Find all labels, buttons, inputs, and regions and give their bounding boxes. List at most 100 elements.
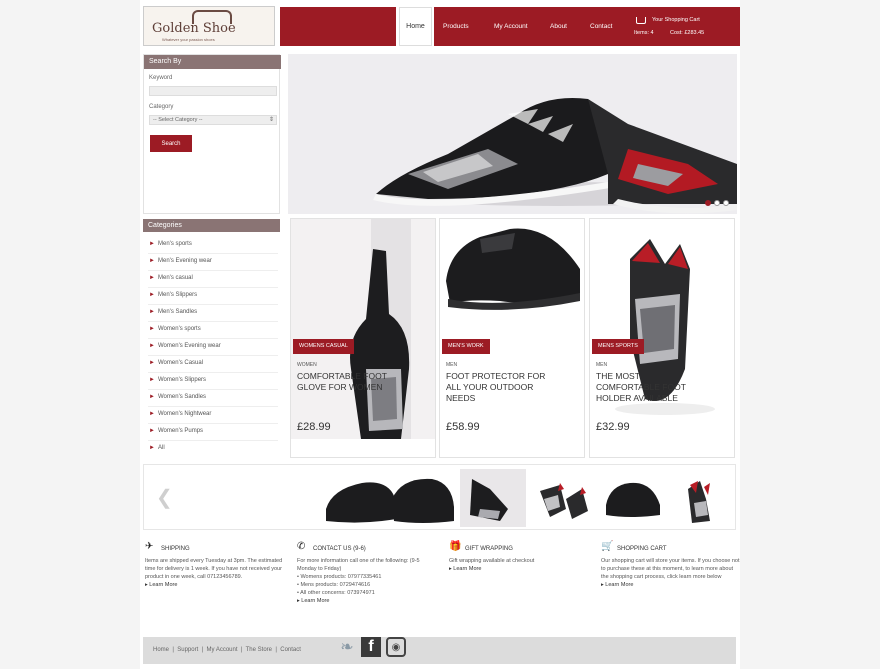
arrow-icon: ►	[149, 428, 155, 434]
categories-title: Categories	[143, 219, 280, 232]
thumbnail[interactable]	[460, 469, 526, 527]
product-price: £58.99	[446, 421, 480, 433]
category-item[interactable]: ► Women's Slippers	[148, 373, 278, 390]
contact-line: • All other concerns: 073974971	[297, 590, 375, 596]
instagram-icon[interactable]: ◉	[386, 637, 406, 657]
nav-my-account[interactable]: My Account	[494, 23, 528, 30]
twitter-icon[interactable]: ❧	[337, 637, 357, 657]
footer-link-support[interactable]: Support	[177, 647, 198, 653]
category-item[interactable]: ► Women's sports	[148, 322, 278, 339]
keyword-label: Keyword	[149, 75, 173, 81]
category-item[interactable]: ► Women's Casual	[148, 356, 278, 373]
contact-line: • Mens products: 0729474616	[297, 582, 371, 588]
hero-shoes-image	[288, 54, 737, 214]
gift-title: GIFT WRAPPING	[465, 546, 513, 552]
category-item-label: Men's Slippers	[158, 292, 198, 298]
product-card[interactable]: WOMENS CASUAL WOMEN COMFORTABLE FOOT GLO…	[290, 218, 436, 458]
contact-line: • Womens products: 07977335461	[297, 574, 382, 580]
hero-dot-3[interactable]	[723, 200, 729, 206]
hero-dot-2[interactable]	[714, 200, 720, 206]
cart-label[interactable]: Your Shopping Cart	[652, 17, 700, 23]
nav-about[interactable]: About	[550, 23, 567, 30]
category-item-label: Women's sports	[158, 326, 201, 332]
product-price: £28.99	[297, 421, 331, 433]
thumbnail-image	[670, 469, 732, 527]
footer-links: Home | Support | My Account | The Store …	[153, 647, 301, 653]
logo-tagline: Whatever your passion shoes	[162, 37, 215, 42]
product-card[interactable]: MENS SPORTS MEN THE MOST COMFORTABLE FOO…	[589, 218, 735, 458]
contact-learn-more[interactable]: ▸ Learn More	[297, 597, 437, 605]
shipping-learn-more[interactable]: ▸ Learn More	[145, 581, 285, 589]
contact-line-text: All other concerns: 073974971	[300, 590, 375, 596]
gift-learn-more-label: Learn More	[453, 566, 482, 572]
nav-home[interactable]: Home	[399, 7, 432, 46]
cart-cost: Cost: £283.45	[670, 30, 705, 36]
arrow-icon: ►	[149, 411, 155, 417]
category-item[interactable]: ► Women's Sandles	[148, 390, 278, 407]
cart-info-text: Our shopping cart will store your items.…	[601, 558, 740, 580]
contact-info: ✆ CONTACT US (9-6) For more information c…	[297, 542, 437, 605]
gift-learn-more[interactable]: ▸ Learn More	[449, 565, 589, 573]
category-item[interactable]: ► Women's Pumps	[148, 424, 278, 441]
nav-products[interactable]: Products	[443, 23, 469, 30]
cart-icon[interactable]	[636, 17, 646, 24]
plane-icon: ✈	[145, 541, 154, 552]
category-item-label: Men's sports	[158, 241, 192, 247]
category-item[interactable]: ► Women's Evening wear	[148, 339, 278, 356]
product-type: MEN	[446, 362, 458, 368]
keyword-input[interactable]	[149, 86, 277, 96]
product-type: WOMEN	[297, 362, 317, 368]
footer-link-home[interactable]: Home	[153, 647, 169, 653]
cart-learn-more[interactable]: ▸ Learn More	[601, 581, 741, 589]
search-box-title: Search By	[144, 55, 281, 69]
cart-info-title: SHOPPING CART	[617, 546, 667, 552]
search-button[interactable]: Search	[150, 135, 192, 152]
cart-icon: 🛒	[601, 541, 614, 552]
category-item[interactable]: ► Men's Slippers	[148, 288, 278, 305]
contact-line-text: Womens products: 07977335461	[300, 574, 382, 580]
footer-link-my-account[interactable]: My Account	[207, 647, 238, 653]
category-item[interactable]: ► Men's sports	[148, 237, 278, 254]
arrow-icon: ►	[149, 275, 155, 281]
product-image	[440, 219, 584, 439]
category-item[interactable]: ► All	[148, 441, 278, 458]
shopping-cart-info: 🛒 SHOPPING CART Our shopping cart will st…	[601, 541, 741, 589]
thumbnail[interactable]	[670, 469, 732, 527]
product-name[interactable]: FOOT PROTECTOR FOR ALL YOUR OUTDOOR NEED…	[446, 371, 546, 404]
category-select[interactable]: -- Select Category -- ⇕	[149, 115, 277, 125]
arrow-icon: ►	[149, 360, 155, 366]
header-banner	[280, 7, 396, 46]
navbar: Products My Account About Contact Your S…	[434, 7, 740, 46]
product-name[interactable]: COMFORTABLE FOOT GLOVE FOR WOMEN	[297, 371, 397, 393]
footer-link-the-store[interactable]: The Store	[246, 647, 272, 653]
gift-text: Gift wrapping available at checkout	[449, 558, 535, 564]
gift-wrapping-info: 🎁 GIFT WRAPPING Gift wrapping available a…	[449, 542, 589, 573]
logo-text: Golden Shoe	[152, 21, 236, 36]
logo[interactable]: Golden Shoe Whatever your passion shoes	[143, 6, 275, 46]
footer-link-contact[interactable]: Contact	[280, 647, 301, 653]
chevron-down-icon: ⇕	[268, 117, 274, 123]
thumbnail[interactable]	[322, 469, 456, 527]
category-label: Category	[149, 104, 174, 110]
product-image	[291, 219, 435, 439]
category-item[interactable]: ► Men's Evening wear	[148, 254, 278, 271]
category-item-label: Women's Sandles	[158, 394, 207, 400]
nav-contact[interactable]: Contact	[590, 23, 612, 30]
thumbnail[interactable]	[600, 469, 666, 527]
category-item[interactable]: ► Women's Nightwear	[148, 407, 278, 424]
footer: Home | Support | My Account | The Store …	[143, 637, 736, 664]
hero-banner[interactable]	[288, 54, 737, 214]
product-ribbon: WOMENS CASUAL	[293, 339, 354, 354]
facebook-icon[interactable]: f	[361, 637, 381, 657]
arrow-icon: ►	[149, 309, 155, 315]
chevron-left-icon[interactable]: ❮	[156, 485, 173, 510]
category-item[interactable]: ► Men's casual	[148, 271, 278, 288]
search-box: Search By Keyword Category -- Select Cat…	[143, 54, 281, 214]
category-item[interactable]: ► Men's Sandles	[148, 305, 278, 322]
category-item-label: Women's Evening wear	[158, 343, 221, 349]
thumbnail[interactable]	[530, 469, 596, 527]
product-name[interactable]: THE MOST COMFORTABLE FOOT HOLDER AVAILAB…	[596, 371, 696, 404]
category-item-label: All	[158, 445, 165, 451]
product-card[interactable]: MEN'S WORK MEN FOOT PROTECTOR FOR ALL YO…	[439, 218, 585, 458]
hero-dot-1[interactable]	[705, 200, 711, 206]
